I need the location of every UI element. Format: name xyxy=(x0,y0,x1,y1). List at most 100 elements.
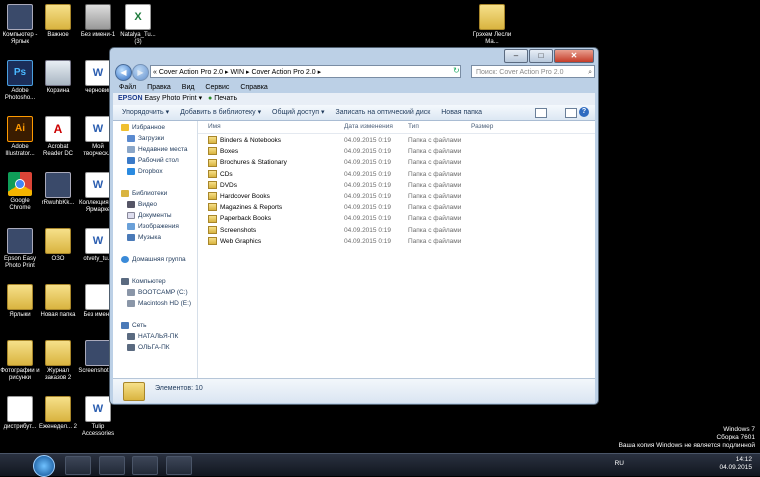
address-bar[interactable]: « Cover Action Pro 2.0 ▸ WIN ▸ Cover Act… xyxy=(150,65,461,78)
desktop-icon-ps[interactable]: Ps Adobe Photosho... xyxy=(0,60,40,102)
file-name-text: Screenshots xyxy=(220,226,257,234)
desktop-icon-bez1[interactable]: Без имени-1 xyxy=(78,4,118,39)
help-icon[interactable]: ? xyxy=(579,107,589,117)
file-list: Имя Дата изменения Тип Размер Binders & … xyxy=(198,121,595,378)
drive-icon xyxy=(127,288,135,296)
nav-dropbox[interactable]: Dropbox xyxy=(127,167,163,177)
menu-file[interactable]: Файл xyxy=(119,84,136,91)
burn-button[interactable]: Записать на оптический диск xyxy=(336,109,431,116)
desktop-icon-grahem[interactable]: Грэхем Лесли Ма... xyxy=(472,4,512,46)
nav-network[interactable]: Сеть xyxy=(121,321,146,331)
epson-app-dropdown-icon[interactable]: ▾ xyxy=(199,95,203,102)
desktop-icon-epson[interactable]: Epson Easy Photo Print xyxy=(0,228,40,270)
desktop-icon-ai[interactable]: Ai Adobe Illustrator... xyxy=(0,116,40,158)
desktop-icon-chrome[interactable]: Google Chrome xyxy=(0,172,40,212)
column-type[interactable]: Тип xyxy=(408,121,419,133)
desktop-icon-label: Natalya_Tu... (3) xyxy=(120,32,156,45)
menu-edit[interactable]: Правка xyxy=(147,84,171,91)
nav-drive-e[interactable]: Macintosh HD (E:) xyxy=(127,299,191,309)
desktop-icon-label: Adobe Photosho... xyxy=(4,88,36,101)
view-options-icon[interactable] xyxy=(535,108,547,118)
desktop-icon-yarlyki[interactable]: Ярлыки xyxy=(0,284,40,319)
folder-icon xyxy=(208,225,217,234)
desktop-icon-vazhnoe[interactable]: Важное xyxy=(38,4,78,39)
file-name-text: CDs xyxy=(220,170,233,178)
nav-computer-label: Компьютер xyxy=(132,278,166,285)
maximize-button[interactable]: □ xyxy=(529,49,553,63)
menu-view[interactable]: Вид xyxy=(182,84,195,91)
desktop-icon-zhurnal[interactable]: Журнал заказов 2 xyxy=(38,340,78,382)
desktop-icon-rwuh[interactable]: rRwuhbKk... xyxy=(38,172,78,207)
nav-homegroup[interactable]: Домашняя группа xyxy=(121,255,186,265)
file-name: Brochures & Stationary xyxy=(208,157,287,168)
desktop-icon-label: Google Chrome xyxy=(9,198,31,211)
preview-pane-icon[interactable] xyxy=(565,108,577,118)
table-row[interactable]: Brochures & Stationary 04.09.2015 0:19 Пап… xyxy=(198,157,595,168)
clock-date[interactable]: 04.09.2015 xyxy=(719,464,752,472)
back-button[interactable]: ◀ xyxy=(115,64,132,81)
taskbar-media-player[interactable] xyxy=(99,456,125,475)
file-date: 04.09.2015 0:19 xyxy=(344,137,391,144)
nav-favorites[interactable]: Избранное xyxy=(121,123,165,133)
column-date[interactable]: Дата изменения xyxy=(344,121,393,133)
epson-app-button[interactable]: Easy Photo Print xyxy=(144,95,196,102)
taskbar-photoshop[interactable] xyxy=(166,456,192,475)
taskbar-chrome[interactable] xyxy=(132,456,158,475)
share-button[interactable]: Общий доступ ▾ xyxy=(272,109,325,116)
nav-recent-places[interactable]: Недавние места xyxy=(127,145,188,155)
nav-desktop[interactable]: Рабочий стол xyxy=(127,156,179,166)
add-to-library-button[interactable]: Добавить в библиотеку ▾ xyxy=(180,109,261,116)
organize-button[interactable]: Упорядочить ▾ xyxy=(122,109,169,116)
print-icon: ● xyxy=(208,95,213,102)
table-row[interactable]: Binders & Notebooks 04.09.2015 0:19 Папка … xyxy=(198,135,595,146)
desktop-icon-novpap[interactable]: Новая папка xyxy=(38,284,78,319)
desktop-icon-distr[interactable]: дистрибут... xyxy=(0,396,40,431)
nav-documents-label: Документы xyxy=(138,212,172,219)
nav-pc-olga[interactable]: ОЛЬГА-ПК xyxy=(127,343,170,353)
menu-tools[interactable]: Сервис xyxy=(205,84,229,91)
new-folder-button[interactable]: Новая папка xyxy=(441,109,482,116)
table-row[interactable]: Hardcover Books 04.09.2015 0:19 Папка с фа… xyxy=(198,191,595,202)
nav-downloads[interactable]: Загрузки xyxy=(127,134,164,144)
file-name-text: Brochures & Stationary xyxy=(220,159,287,167)
search-input[interactable]: Поиск: Cover Action Pro 2.0 ⌕ xyxy=(471,65,595,78)
minimize-button[interactable]: – xyxy=(504,49,528,63)
table-row[interactable]: Screenshots 04.09.2015 0:19 Папка с файлам… xyxy=(198,225,595,236)
file-name: DVDs xyxy=(208,180,237,191)
forward-button[interactable]: ▶ xyxy=(132,64,149,81)
desktop-icon-foto[interactable]: Фотографии и рисунки xyxy=(0,340,40,382)
nav-images[interactable]: Изображения xyxy=(127,222,179,232)
nav-libraries[interactable]: Библиотеки xyxy=(121,189,167,199)
refresh-icon[interactable]: ↻ xyxy=(453,66,462,76)
table-row[interactable]: CDs 04.09.2015 0:19 Папка с файлами xyxy=(198,169,595,180)
nav-pc-natalya[interactable]: НАТАЛЬЯ-ПК xyxy=(127,332,178,342)
table-row[interactable]: Web Graphics 04.09.2015 0:19 Папка с файла… xyxy=(198,236,595,247)
start-button[interactable] xyxy=(33,455,55,477)
desktop-icon-computer[interactable]: Компьютер - Ярлык xyxy=(0,4,40,46)
nav-drive-c[interactable]: BOOTCAMP (C:) xyxy=(127,288,188,298)
nav-computer[interactable]: Компьютер xyxy=(121,277,166,287)
nav-video[interactable]: Видео xyxy=(127,200,157,210)
epson-print-button[interactable]: Печать xyxy=(214,95,237,102)
desktop-icon-ozo[interactable]: ОЗО xyxy=(38,228,78,263)
taskbar-explorer[interactable] xyxy=(65,456,91,475)
table-row[interactable]: Paperback Books 04.09.2015 0:19 Папка с фа… xyxy=(198,213,595,224)
nav-drive-e-label: Macintosh HD (E:) xyxy=(138,300,192,307)
table-row[interactable]: DVDs 04.09.2015 0:19 Папка с файлами xyxy=(198,180,595,191)
nav-music[interactable]: Музыка xyxy=(127,233,161,243)
close-button[interactable]: ✕ xyxy=(554,49,594,63)
column-name[interactable]: Имя xyxy=(208,121,221,133)
desktop-icon-natalya[interactable]: X Natalya_Tu... (3) xyxy=(118,4,158,46)
column-header: Имя Дата изменения Тип Размер xyxy=(198,121,595,134)
column-size[interactable]: Размер xyxy=(471,121,493,133)
table-row[interactable]: Boxes 04.09.2015 0:19 Папка с файлами xyxy=(198,146,595,157)
table-row[interactable]: Magazines & Reports 04.09.2015 0:19 Папка … xyxy=(198,202,595,213)
language-indicator[interactable]: RU xyxy=(615,460,624,468)
nav-documents[interactable]: Документы xyxy=(127,211,172,221)
menu-help[interactable]: Справка xyxy=(240,84,267,91)
desktop-icon-label: Журнал заказов 2 xyxy=(44,368,72,381)
desktop-icon-ezhened[interactable]: Еженедел... 2 xyxy=(38,396,78,431)
desktop-icon-korzina[interactable]: Корзина xyxy=(38,60,78,95)
clock-time[interactable]: 14:12 xyxy=(719,456,752,464)
desktop-icon-acrobat[interactable]: A Acrobat Reader DC xyxy=(38,116,78,158)
